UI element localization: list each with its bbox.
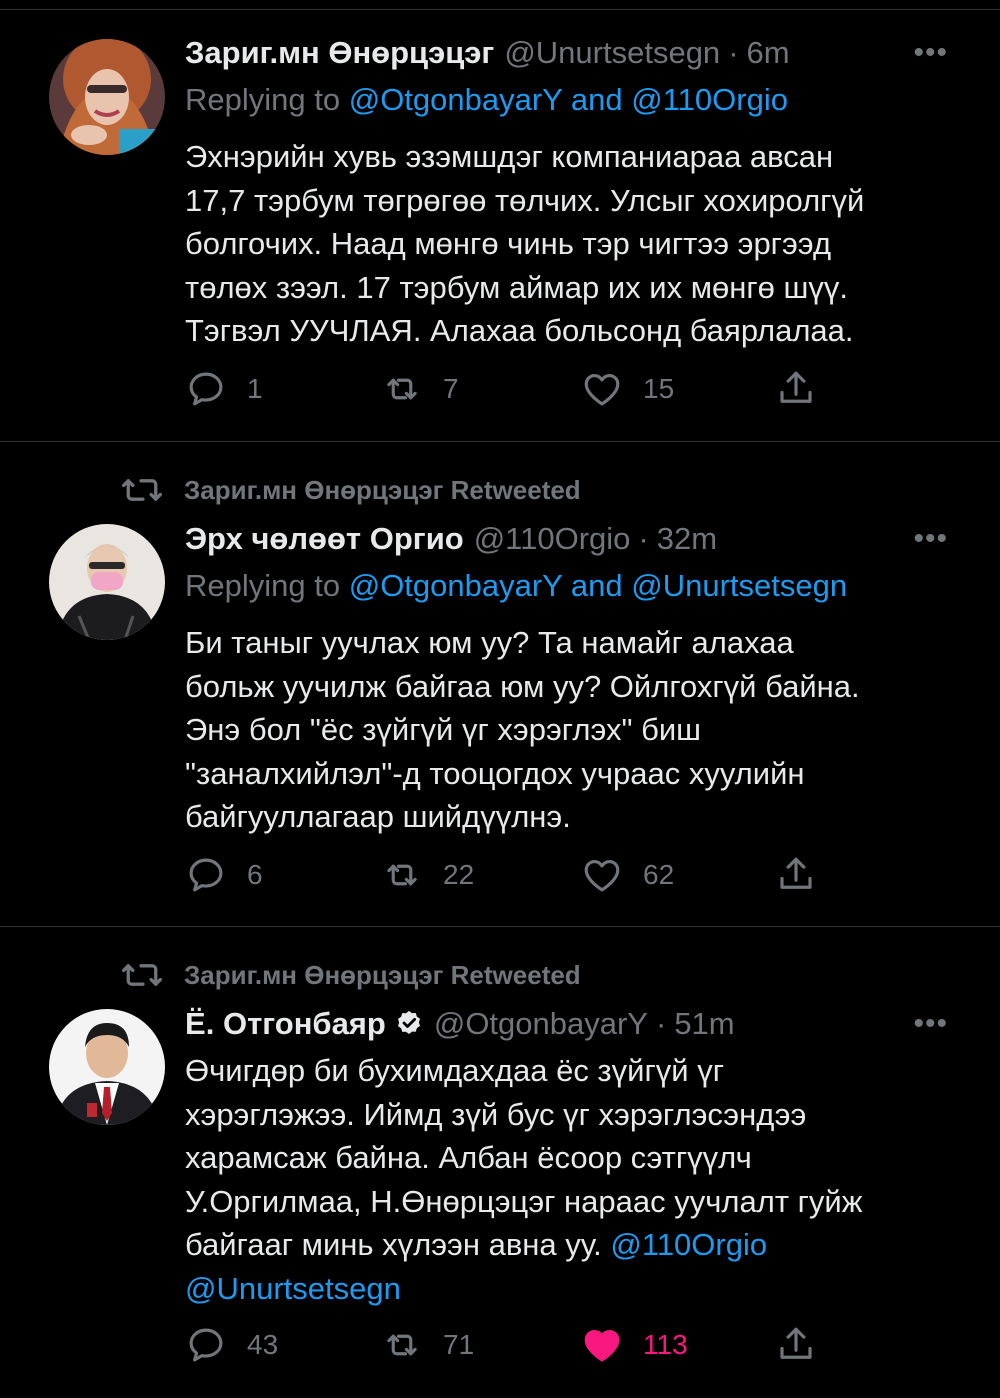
reply-count: 43 [247,1329,279,1360]
heart-icon [584,859,620,892]
more-options-icon[interactable]: ••• [913,1007,948,1041]
replying-to-label: Replying to [185,568,349,603]
display-name[interactable]: Ё. Отгонбаяр [185,1006,386,1042]
user-handle[interactable]: @Unurtsetsegn [504,35,720,71]
reply-count: 6 [247,859,263,890]
heart-icon [584,1329,620,1362]
like-count: 15 [643,373,675,404]
like-count: 113 [643,1329,688,1360]
like-count: 62 [643,859,675,890]
timestamp[interactable]: 51m [674,1006,734,1042]
share-button[interactable] [775,367,817,411]
action-bar: 6 22 62 [185,853,825,897]
action-bar: 1 7 15 [185,367,825,411]
mention-link[interactable]: @Unurtsetsegn [631,568,847,603]
mention-link[interactable]: @110Orgio [631,82,788,117]
mention-link[interactable]: @OtgonbayarY [349,82,563,117]
tweet-1[interactable]: Зариг.мн Өнөрцэцэг @Unurtsetsegn · 6m ••… [0,0,1000,440]
retweet-banner-text[interactable]: Зариг.мн Өнөрцэцэг Retweeted [184,960,581,991]
separator-dot: · [655,1006,667,1041]
tweet-3[interactable]: Зариг.мн Өнөрцэцэг Retweeted Ё. Отгонбая… [0,927,1000,1398]
more-options-icon[interactable]: ••• [913,522,948,556]
more-options-icon[interactable]: ••• [913,36,948,70]
like-button[interactable]: 15 [581,367,674,411]
retweet-count: 22 [443,859,475,890]
speech-bubble-icon [189,1328,223,1362]
mention-link[interactable]: @OtgonbayarY [349,568,563,603]
retweet-banner-text[interactable]: Зариг.мн Өнөрцэцэг Retweeted [184,475,581,506]
reply-button[interactable]: 6 [185,853,263,897]
retweet-arrows-icon [122,964,162,986]
verified-badge-icon [397,1010,420,1034]
timestamp[interactable]: 32m [657,521,717,557]
avatar[interactable] [49,39,165,155]
tweet-header: Ё. Отгонбаяр @OtgonbayarY · 51m [185,1004,735,1044]
reply-button[interactable]: 1 [185,367,263,411]
display-name[interactable]: Зариг.мн Өнөрцэцэг [185,35,494,71]
replying-to: Replying to @OtgonbayarY and @Unurtsetse… [185,568,847,604]
share-button[interactable] [775,1323,817,1367]
tweet-header: Эрх чөлөөт Оргио @110Orgio · 32m [185,519,717,559]
separator-dot: · [728,35,739,70]
retweet-button[interactable]: 71 [381,1323,474,1367]
retweet-banner: Зариг.мн Өнөрцэцэг Retweeted [120,473,581,507]
display-name[interactable]: Эрх чөлөөт Оргио [185,521,464,557]
replying-and: and [562,82,632,117]
reply-button[interactable]: 43 [185,1323,278,1367]
reply-count: 1 [247,373,263,404]
retweet-count: 71 [443,1329,475,1360]
avatar[interactable] [49,524,165,640]
tweet-header: Зариг.мн Өнөрцэцэг @Unurtsetsegn · 6m [185,33,790,73]
separator-dot: · [638,521,649,556]
avatar[interactable] [49,1009,165,1125]
retweet-count: 7 [443,373,459,404]
retweet-arrows-icon [122,479,162,501]
share-upload-icon [780,1327,812,1359]
action-bar: 43 71 113 [185,1323,825,1367]
share-upload-icon [780,371,812,403]
timestamp[interactable]: 6m [747,35,790,71]
replying-and: and [562,568,632,603]
like-button[interactable]: 113 [581,1323,688,1367]
tweet-text: Өчигдөр би бухимдахдаа ёс зүйгүй үг хэрэ… [185,1049,965,1310]
share-button[interactable] [775,853,817,897]
user-handle[interactable]: @OtgonbayarY [434,1006,648,1042]
retweet-arrows-icon [387,1334,417,1356]
speech-bubble-icon [189,372,223,406]
mention-link[interactable]: @Unurtsetsegn [185,1271,401,1306]
retweet-banner: Зариг.мн Өнөрцэцэг Retweeted [120,958,581,992]
heart-icon [584,373,620,406]
share-upload-icon [780,857,812,889]
retweet-button[interactable]: 22 [381,853,474,897]
tweet-text: Эхнэрийн хувь эзэмшдэг компаниараа авсан… [185,139,865,348]
replying-to-label: Replying to [185,82,349,117]
mention-link[interactable]: @110Orgio [610,1227,767,1262]
retweet-arrows-icon [387,378,417,400]
speech-bubble-icon [189,858,223,892]
retweet-button[interactable]: 7 [381,367,459,411]
retweet-arrows-icon [387,864,417,886]
tweet-text: Би таныг уучлах юм уу? Та намайг алахаа … [185,625,860,834]
like-button[interactable]: 62 [581,853,674,897]
tweet-2[interactable]: Зариг.мн Өнөрцэцэг Retweeted Эрх чөлөөт … [0,442,1000,926]
replying-to: Replying to @OtgonbayarY and @110Orgio [185,82,788,118]
user-handle[interactable]: @110Orgio [474,521,631,557]
